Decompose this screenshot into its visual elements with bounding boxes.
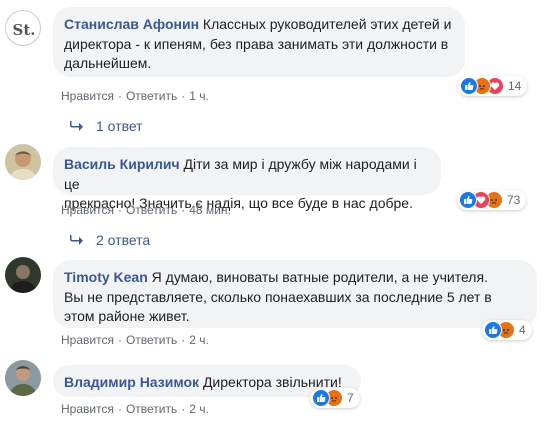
svg-text:St.: St.	[13, 21, 36, 39]
st-logo-icon: St.	[13, 21, 36, 39]
reply-arrow-icon	[70, 235, 83, 245]
comment-bubble: Timoty Kean Я думаю, виноваты ватные род…	[53, 260, 537, 328]
reply-link[interactable]: Ответить	[126, 203, 177, 217]
comment-bubble: Станислав Афонин Классных руководителей …	[53, 7, 465, 77]
comment-author[interactable]: Timoty Kean	[64, 269, 148, 285]
comment-text-line-1: Я думаю, виноваты ватные родители, а не …	[151, 269, 488, 285]
reactions-summary[interactable]: 14	[458, 76, 528, 96]
like-reaction-icon	[484, 321, 502, 339]
view-replies-link[interactable]: 2 ответа	[68, 232, 150, 248]
user-photo-icon	[5, 257, 41, 293]
comment-text-line-1: Классных руководителей этих детей и	[202, 16, 452, 32]
comment-actions: Нравится · Ответить · 2 ч.	[61, 333, 209, 347]
like-link[interactable]: Нравится	[61, 333, 114, 347]
like-link[interactable]: Нравится	[61, 402, 114, 416]
timestamp[interactable]: 48 мин.	[189, 203, 231, 217]
like-reaction-icon	[312, 389, 330, 407]
comment-author[interactable]: Василь Кирилич	[64, 156, 180, 172]
comment-text-line-3: дальнейшем.	[64, 55, 152, 71]
reactions-summary[interactable]: 4	[482, 320, 532, 340]
like-link[interactable]: Нравится	[61, 89, 114, 103]
reply-link[interactable]: Ответить	[126, 402, 177, 416]
reactions-count: 73	[507, 193, 521, 207]
comment-actions: Нравится · Ответить · 48 мин.	[61, 203, 231, 217]
user-photo-icon	[5, 144, 41, 180]
reply-link[interactable]: Ответить	[126, 89, 177, 103]
comment-text-line-2: директора - к ипеням, без права занимать…	[64, 35, 449, 52]
comment-actions: Нравится · Ответить · 1 ч.	[61, 89, 209, 103]
like-reaction-icon	[460, 77, 478, 95]
replies-count-label[interactable]: 2 ответа	[96, 232, 150, 248]
comment-bubble: Василь Кирилич Діти за мир і дружбу між …	[53, 147, 441, 211]
avatar[interactable]	[5, 257, 41, 293]
timestamp[interactable]: 1 ч.	[189, 89, 209, 103]
timestamp[interactable]: 2 ч.	[189, 333, 209, 347]
avatar[interactable]: St.	[5, 10, 41, 46]
like-reaction-icon	[459, 191, 477, 209]
user-photo-icon	[5, 360, 41, 396]
timestamp[interactable]: 2 ч.	[189, 402, 209, 416]
reply-arrow-icon	[70, 121, 83, 131]
replies-count-label[interactable]: 1 ответ	[96, 118, 143, 134]
reactions-summary[interactable]: 73	[457, 190, 527, 210]
comment-actions: Нравится · Ответить · 2 ч.	[61, 402, 209, 416]
reactions-summary[interactable]: 7	[310, 388, 360, 408]
avatar[interactable]	[5, 144, 41, 180]
view-replies-link[interactable]: 1 ответ	[68, 118, 143, 134]
reactions-count: 14	[508, 79, 522, 93]
comment-author[interactable]: Станислав Афонин	[64, 16, 199, 32]
comment-author[interactable]: Владимир Назимок	[64, 374, 199, 390]
avatar[interactable]	[5, 360, 41, 396]
reactions-count: 4	[519, 323, 526, 337]
comment-text-line-2: Вы не представляете, сколько понаехавших…	[64, 288, 492, 305]
comment-text-line-3: этом районе живет.	[64, 308, 190, 324]
like-link[interactable]: Нравится	[61, 203, 114, 217]
reply-link[interactable]: Ответить	[126, 333, 177, 347]
reactions-count: 7	[347, 391, 354, 405]
